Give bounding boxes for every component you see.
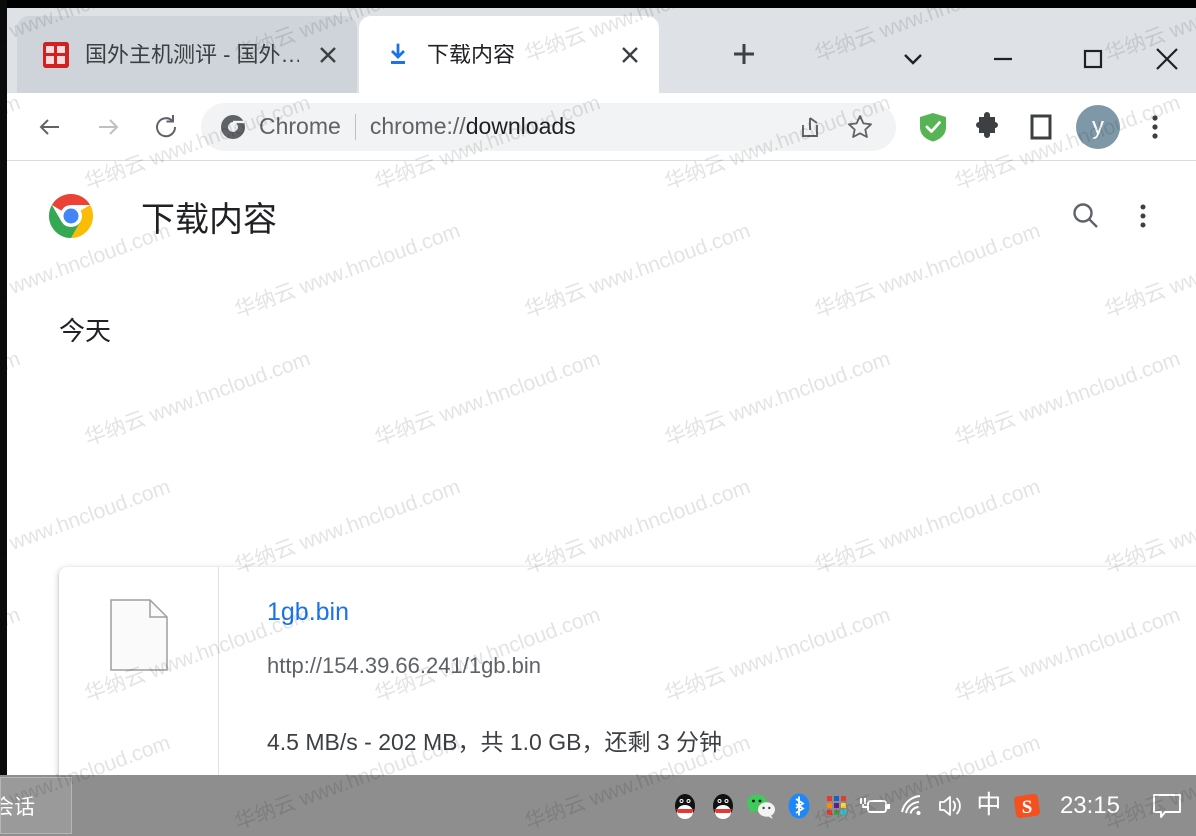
tab-strip: 国外主机测评 - 国外… 下载内容 <box>7 0 1196 93</box>
download-status: 4.5 MB/s - 202 MB，共 1.0 GB，还剩 3 分钟 <box>267 728 723 755</box>
shield-check-icon[interactable] <box>906 100 960 154</box>
star-icon[interactable] <box>838 105 882 149</box>
tab-search-chevron-icon[interactable] <box>868 16 958 101</box>
page-title: 下载内容 <box>141 200 277 239</box>
ime-chinese-icon[interactable]: 中 <box>970 775 1008 836</box>
download-item-card[interactable]: 1gb.bin http://154.39.66.241/1gb.bin 4.5… <box>59 567 1196 775</box>
omnibox-separator <box>354 113 356 140</box>
puzzle-icon[interactable] <box>960 100 1014 154</box>
window-controls <box>868 16 1196 101</box>
tab-title: 下载内容 <box>427 43 516 66</box>
taskbar: 会话 <box>0 775 1196 836</box>
side-panel-icon[interactable] <box>1014 100 1068 154</box>
site-favicon <box>43 41 69 68</box>
tab-title: 国外主机测评 - 国外… <box>85 43 299 66</box>
qq-icon-2[interactable] <box>704 775 742 836</box>
system-tray: 中 S 23:15 <box>666 775 1196 836</box>
search-icon[interactable] <box>1056 187 1114 245</box>
close-button[interactable] <box>1138 16 1196 101</box>
download-item-body: 1gb.bin http://154.39.66.241/1gb.bin 4.5… <box>219 567 1196 775</box>
ime-label: 中 <box>976 791 1002 819</box>
download-icon <box>385 42 411 68</box>
file-name-link[interactable]: 1gb.bin <box>267 598 1196 627</box>
battery-icon[interactable] <box>856 775 894 836</box>
avatar[interactable]: y <box>1076 104 1120 149</box>
url-rest: downloads <box>465 113 576 139</box>
wechat-icon[interactable] <box>742 775 780 836</box>
bluetooth-icon[interactable] <box>780 775 818 836</box>
minimize-button[interactable] <box>958 16 1048 101</box>
notification-icon[interactable] <box>1138 775 1196 836</box>
desktop-left-strip <box>0 0 7 775</box>
file-url: http://154.39.66.241/1gb.bin <box>267 652 542 678</box>
omnibox[interactable]: Chrome chrome://downloads <box>201 102 896 151</box>
screen: 国外主机测评 - 国外… 下载内容 Chrome chrome://downlo… <box>0 0 1196 836</box>
page-three-dot-menu-icon[interactable] <box>1114 187 1172 245</box>
chrome-icon <box>219 113 247 141</box>
omnibox-url: chrome://downloads <box>370 113 576 140</box>
wifi-icon[interactable] <box>894 775 932 836</box>
taskbar-window-label: 会话 <box>1 795 35 819</box>
downloads-page: 下载内容 今天 1gb.bin http://154.39.66.241/1gb… <box>7 161 1196 775</box>
section-header-today: 今天 <box>59 316 112 346</box>
file-icon-column <box>59 567 219 775</box>
forward-arrow-icon[interactable] <box>79 98 137 156</box>
browser-toolbar: Chrome chrome://downloads y <box>7 93 1196 161</box>
color-squares-icon[interactable] <box>818 775 856 836</box>
new-tab-button[interactable] <box>719 29 769 79</box>
back-arrow-icon[interactable] <box>21 98 79 156</box>
sogou-icon[interactable]: S <box>1008 775 1046 836</box>
tab-downloads[interactable]: 下载内容 <box>359 16 659 93</box>
qq-icon[interactable] <box>666 775 704 836</box>
url-scheme: chrome:// <box>369 113 466 139</box>
reload-icon[interactable] <box>137 98 195 156</box>
volume-icon[interactable] <box>932 775 970 836</box>
taskbar-window-button[interactable]: 会话 <box>0 777 72 834</box>
chrome-logo-icon <box>47 192 95 240</box>
three-dot-menu-icon[interactable] <box>1128 100 1182 154</box>
omnibox-chip-label: Chrome <box>259 113 341 139</box>
tab-close-button[interactable] <box>617 42 643 68</box>
svg-text:S: S <box>1022 797 1033 818</box>
browser-window: 国外主机测评 - 国外… 下载内容 Chrome chrome://downlo… <box>7 0 1196 775</box>
tab-close-button[interactable] <box>315 42 341 68</box>
maximize-button[interactable] <box>1048 16 1138 101</box>
share-icon[interactable] <box>788 105 832 149</box>
downloads-header: 下载内容 <box>7 161 1196 271</box>
taskbar-clock[interactable]: 23:15 <box>1046 792 1138 820</box>
file-icon <box>109 599 168 671</box>
tab-site[interactable]: 国外主机测评 - 国外… <box>17 16 357 93</box>
